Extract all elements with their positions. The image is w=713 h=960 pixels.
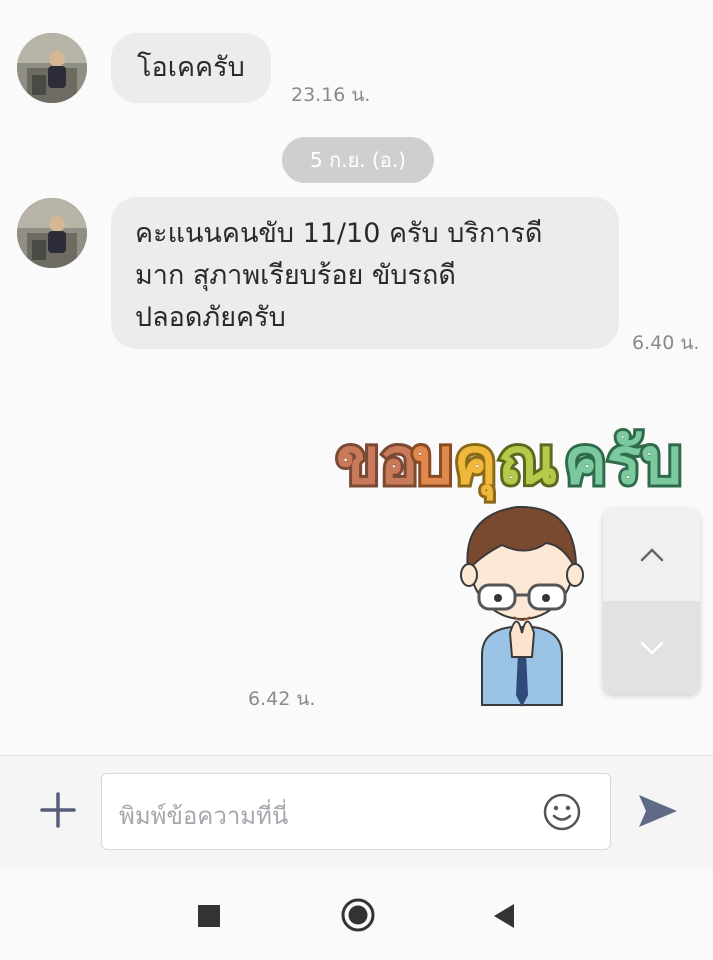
home-button[interactable]	[340, 897, 376, 937]
message-input[interactable]: พิมพ์ข้อความที่นี่	[101, 773, 611, 850]
message-text: โอเคครับ	[137, 52, 245, 83]
recent-apps-button[interactable]	[197, 904, 221, 932]
back-button[interactable]	[492, 903, 516, 933]
sticker-text-khu: คุ	[454, 425, 497, 501]
chat-area: โอเคครับ 23.16 น. 5 ก.ย. (อ.) คะแนนคนขับ…	[0, 0, 713, 755]
scroll-controls	[603, 508, 700, 694]
scroll-down-button[interactable]	[603, 601, 700, 694]
date-separator-label: 5 ก.ย. (อ.)	[310, 148, 406, 172]
send-button[interactable]	[636, 792, 680, 830]
message-input-placeholder: พิมพ์ข้อความที่นี่	[119, 802, 289, 830]
sticker-text-kho-o: ขอ	[336, 425, 418, 499]
date-separator: 5 ก.ย. (อ.)	[282, 137, 434, 183]
sticker-text-bo: บ	[412, 425, 453, 499]
sticker-character	[460, 505, 584, 707]
message-text-line: ปลอดภัยครับ	[135, 302, 286, 333]
message-time: 23.16 น.	[291, 84, 371, 106]
triangle-back-icon	[494, 904, 514, 928]
send-arrow-icon	[639, 795, 677, 827]
message-text-line: คะแนนคนขับ 11/10 ครับ บริการดี	[135, 218, 543, 249]
square-icon	[198, 905, 220, 927]
message-time: 6.40 น.	[632, 332, 700, 354]
message-bubble: คะแนนคนขับ 11/10 ครับ บริการดี มาก สุภาพ…	[111, 197, 619, 349]
circle-icon	[341, 898, 375, 932]
emoji-button[interactable]	[542, 792, 582, 832]
plus-icon	[40, 792, 76, 828]
attach-button[interactable]	[38, 790, 78, 830]
sticker-text-na: ณ	[498, 425, 557, 499]
sticker-text-khrap: ครับ	[564, 425, 682, 499]
message-text-line: มาก สุภาพเรียบร้อย ขับรถดี	[135, 260, 456, 291]
chevron-down-icon	[640, 641, 663, 655]
sender-avatar[interactable]	[17, 198, 87, 268]
scroll-up-button[interactable]	[603, 508, 700, 601]
message-bubble: โอเคครับ	[111, 33, 271, 103]
smiley-icon	[543, 793, 581, 831]
chevron-up-icon	[640, 547, 663, 561]
message-time: 6.42 น.	[248, 688, 316, 710]
sender-avatar[interactable]	[17, 33, 87, 103]
